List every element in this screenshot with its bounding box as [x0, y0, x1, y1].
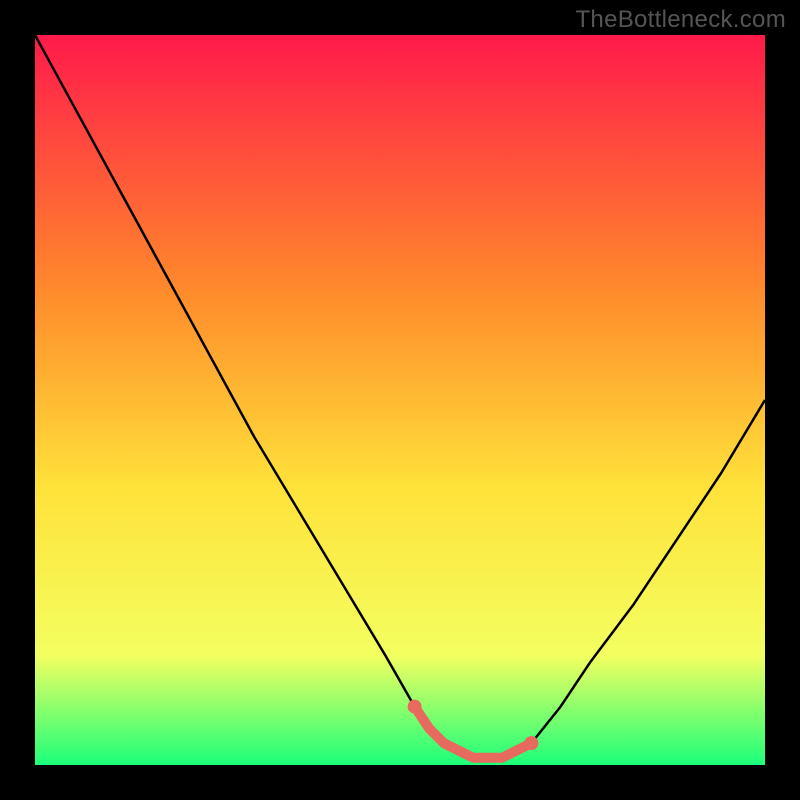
- watermark-text: TheBottleneck.com: [575, 6, 786, 34]
- highlight-dot-start: [408, 700, 422, 714]
- highlight-dot-mid: [453, 745, 463, 755]
- highlight-dot-end: [524, 736, 538, 750]
- plot-area: [35, 35, 765, 765]
- gradient-background: [35, 35, 765, 765]
- plot-svg: [35, 35, 765, 765]
- chart-frame: TheBottleneck.com: [0, 0, 800, 800]
- highlight-dot-mid: [483, 753, 493, 763]
- highlight-dot-mid: [512, 745, 522, 755]
- highlight-dot-mid: [424, 724, 434, 734]
